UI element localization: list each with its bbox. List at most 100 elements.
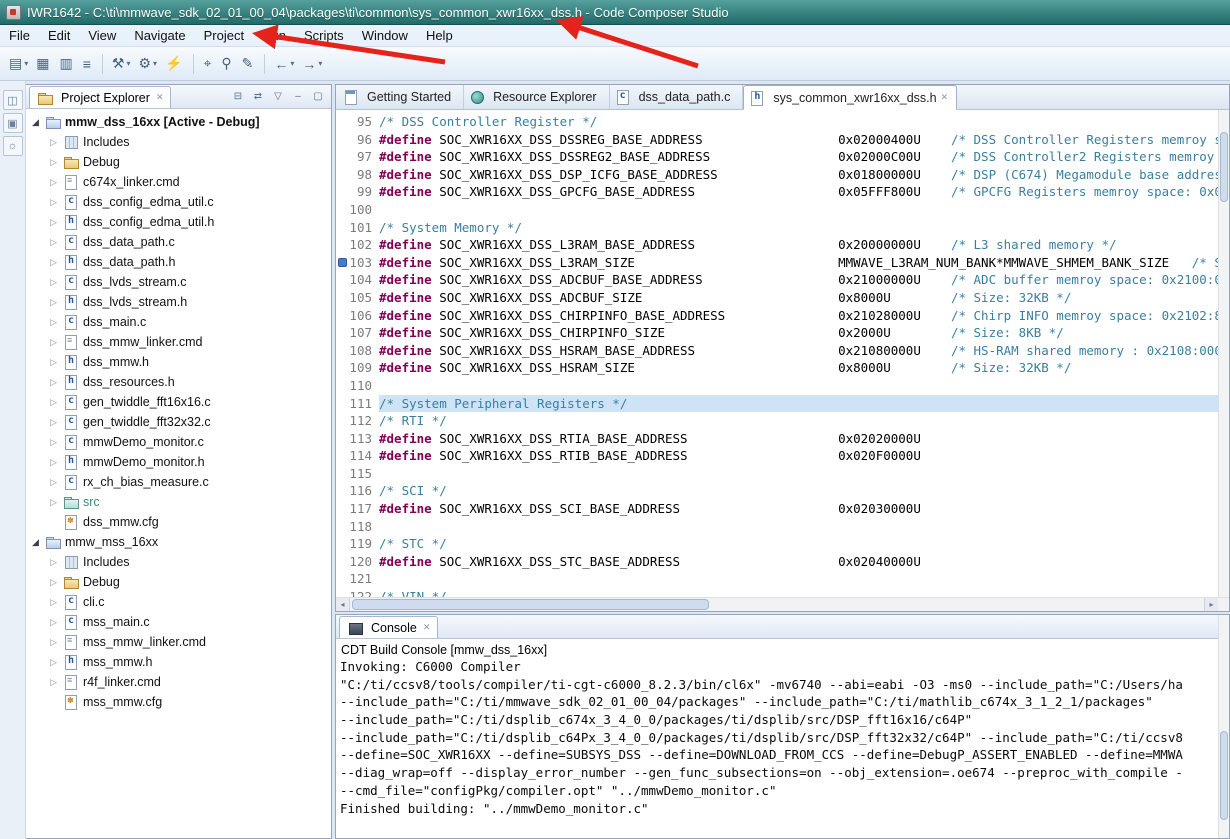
back-button[interactable]: ← ▾ [271, 54, 297, 74]
twistie-icon[interactable]: ▷ [50, 377, 63, 388]
code-line[interactable]: 103 #define SOC_XWR16XX_DSS_L3RAM_SIZE MM… [336, 254, 1229, 272]
twistie-icon[interactable]: ▷ [50, 437, 63, 448]
tree-item[interactable]: ▷ Includes [26, 132, 331, 152]
twistie-icon[interactable]: ▷ [50, 297, 63, 308]
forward-button[interactable]: → ▾ [299, 54, 325, 74]
twistie-icon[interactable]: ▷ [50, 177, 63, 188]
code-line[interactable]: 111 /* System Peripheral Registers */ [336, 394, 1229, 413]
scroll-left-button[interactable]: ◂ [336, 598, 350, 611]
code-line[interactable]: 119 /* STC */ [336, 535, 1229, 553]
editor-horizontal-scrollbar[interactable]: ◂ ▸ [336, 597, 1229, 611]
twistie-icon[interactable]: ▷ [50, 337, 63, 348]
twistie-icon[interactable]: ▷ [50, 157, 63, 168]
code-line[interactable]: 117 #define SOC_XWR16XX_DSS_SCI_BASE_ADD… [336, 500, 1229, 518]
scrollbar-thumb[interactable] [1220, 730, 1228, 821]
code-line[interactable]: 95 /* DSS Controller Register */ [336, 113, 1229, 131]
twistie-icon[interactable]: ▷ [50, 237, 63, 248]
code-line[interactable]: 99 #define SOC_XWR16XX_DSS_GPCFG_BASE_AD… [336, 183, 1229, 201]
hint-icon[interactable]: ☼ [2, 136, 23, 156]
collapse-all-icon[interactable]: ⊟ [229, 88, 247, 104]
code-line[interactable]: 118 [336, 518, 1229, 536]
tree-item[interactable]: ▷ c674x_linker.cmd [26, 172, 331, 192]
code-line[interactable]: 101 /* System Memory */ [336, 219, 1229, 237]
tree-item[interactable]: ▷ mmwDemo_monitor.h [26, 452, 331, 472]
menu-item[interactable]: File [0, 25, 39, 46]
tab-project-explorer[interactable]: Project Explorer ✕ [29, 86, 172, 108]
tree-item[interactable]: ▷ dss_resources.h [26, 372, 331, 392]
twistie-icon[interactable]: ▷ [50, 137, 63, 148]
save-all-button[interactable]: ▥ [56, 53, 77, 74]
tree-item[interactable]: ▷ dss_config_edma_util.c [26, 192, 331, 212]
close-icon[interactable]: ✕ [423, 622, 431, 633]
flash-button[interactable]: ⚡ [162, 53, 187, 74]
project-tree[interactable]: ◢ mmw_dss_16xx [Active - Debug] ▷ Includ… [26, 109, 331, 838]
twistie-icon[interactable]: ▷ [50, 677, 63, 688]
tree-item[interactable]: ▷ dss_mmw_linker.cmd [26, 332, 331, 352]
tree-item[interactable]: mss_mmw.cfg [26, 692, 331, 712]
tree-item[interactable]: ▷ gen_twiddle_fft16x16.c [26, 392, 331, 412]
tree-item[interactable]: ▷ dss_data_path.c [26, 232, 331, 252]
window-titlebar[interactable]: IWR1642 - C:\ti\mmwave_sdk_02_01_00_04\p… [0, 0, 1230, 25]
tree-item[interactable]: ▷ src [26, 492, 331, 512]
tree-item[interactable]: ▷ dss_config_edma_util.h [26, 212, 331, 232]
scroll-right-button[interactable]: ▸ [1204, 598, 1218, 611]
code-line[interactable]: 108 #define SOC_XWR16XX_DSS_HSRAM_BASE_A… [336, 342, 1229, 360]
twistie-icon[interactable]: ▷ [50, 397, 63, 408]
twistie-icon[interactable]: ▷ [50, 497, 63, 508]
twistie-icon[interactable]: ▷ [50, 557, 63, 568]
close-icon[interactable]: ✕ [156, 92, 164, 103]
tree-item[interactable]: ▷ dss_data_path.h [26, 252, 331, 272]
view-menu-icon[interactable]: ▽ [269, 88, 287, 104]
menu-item[interactable]: Run [253, 25, 295, 46]
tree-item[interactable]: ▷ Debug [26, 152, 331, 172]
toolbar-separator[interactable] [193, 53, 195, 74]
code-line[interactable]: 100 [336, 201, 1229, 219]
console-vertical-scrollbar[interactable] [1218, 615, 1229, 838]
twistie-icon[interactable]: ▷ [50, 197, 63, 208]
edit-button[interactable]: ✎ [239, 53, 259, 74]
code-line[interactable]: 102 #define SOC_XWR16XX_DSS_L3RAM_BASE_A… [336, 236, 1229, 254]
toolbar-separator[interactable] [101, 53, 103, 74]
code-line[interactable]: 110 [336, 377, 1229, 395]
menu-item[interactable]: Help [417, 25, 462, 46]
code-line[interactable]: 98 #define SOC_XWR16XX_DSS_DSP_ICFG_BASE… [336, 166, 1229, 184]
twistie-icon[interactable]: ▷ [50, 217, 63, 228]
twistie-icon[interactable]: ▷ [50, 617, 63, 628]
twistie-icon[interactable]: ▷ [50, 457, 63, 468]
menu-item[interactable]: Scripts [295, 25, 353, 46]
code-line[interactable]: 96 #define SOC_XWR16XX_DSS_DSSREG_BASE_A… [336, 131, 1229, 149]
tree-item[interactable]: dss_mmw.cfg [26, 512, 331, 532]
tree-item[interactable]: ▷ mss_mmw.h [26, 652, 331, 672]
editor-tab[interactable]: Resource Explorer [464, 85, 610, 109]
twistie-icon[interactable]: ▷ [50, 317, 63, 328]
debug-button[interactable]: ⚙ ▾ [135, 53, 160, 74]
tree-item[interactable]: ◢ mmw_mss_16xx [26, 532, 331, 552]
search-button[interactable]: ⚲ [218, 53, 236, 74]
maximize-icon[interactable]: ▢ [309, 88, 327, 104]
tree-item[interactable]: ▷ cli.c [26, 592, 331, 612]
menu-item[interactable]: Project [195, 25, 253, 46]
editor-tab[interactable]: sys_common_xwr16xx_dss.h ✕ [743, 85, 958, 110]
tree-item[interactable]: ▷ Includes [26, 552, 331, 572]
code-line[interactable]: 114 #define SOC_XWR16XX_DSS_RTIB_BASE_AD… [336, 447, 1229, 465]
minimize-icon[interactable]: – [289, 88, 307, 104]
code-line[interactable]: 121 [336, 570, 1229, 588]
code-line[interactable]: 120 #define SOC_XWR16XX_DSS_STC_BASE_ADD… [336, 553, 1229, 571]
restore-view-icon[interactable]: ◫ [2, 90, 23, 110]
twistie-icon[interactable]: ◢ [32, 117, 45, 128]
tree-item[interactable]: ▷ Debug [26, 572, 331, 592]
tab-console[interactable]: Console ✕ [339, 616, 439, 638]
code-line[interactable]: 115 [336, 465, 1229, 483]
code-line[interactable]: 116 /* SCI */ [336, 482, 1229, 500]
tree-item[interactable]: ▷ gen_twiddle_fft32x32.c [26, 412, 331, 432]
code-line[interactable]: 105 #define SOC_XWR16XX_DSS_ADCBUF_SIZE 0… [336, 289, 1229, 307]
twistie-icon[interactable]: ▷ [50, 417, 63, 428]
tree-item[interactable]: ▷ dss_lvds_stream.c [26, 272, 331, 292]
close-icon[interactable]: ✕ [941, 92, 949, 103]
tree-item[interactable]: ▷ mss_mmw_linker.cmd [26, 632, 331, 652]
code-line[interactable]: 109 #define SOC_XWR16XX_DSS_HSRAM_SIZE 0x… [336, 359, 1229, 377]
print-button[interactable]: ≡ [80, 54, 96, 74]
tree-item[interactable]: ◢ mmw_dss_16xx [Active - Debug] [26, 112, 331, 132]
code-line[interactable]: 107 #define SOC_XWR16XX_DSS_CHIRPINFO_SI… [336, 324, 1229, 342]
scrollbar-thumb[interactable] [352, 599, 710, 610]
